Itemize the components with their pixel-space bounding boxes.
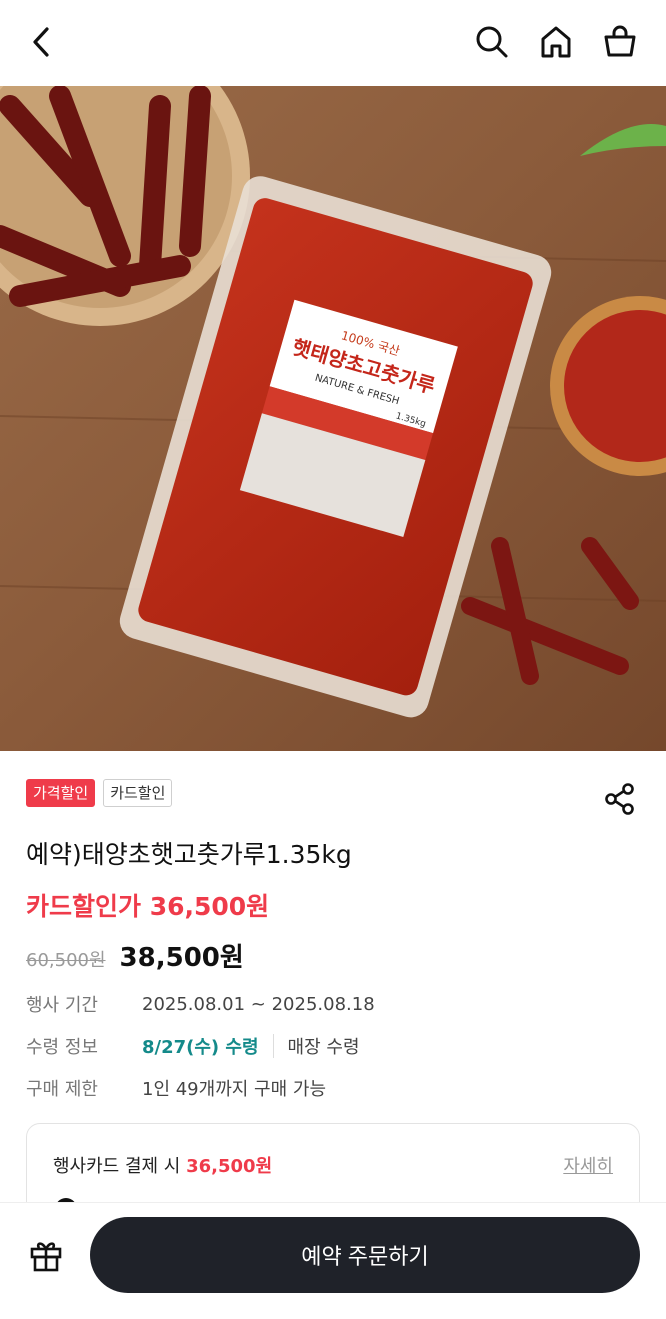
card-benefit-label: 행사카드 결제 시 bbox=[53, 1156, 181, 1177]
original-price: 60,500원 bbox=[26, 950, 106, 971]
price-line: 60,500원 38,500원 bbox=[26, 937, 244, 974]
sale-price: 38,500원 bbox=[119, 943, 244, 973]
bottom-action-bar: 예약 주문하기 bbox=[0, 1202, 666, 1319]
purchase-limit-row: 구매 제한 1인 49개까지 구매 가능 bbox=[26, 1075, 326, 1101]
back-button[interactable] bbox=[22, 22, 62, 62]
event-period-row: 행사 기간 2025.08.01 ~ 2025.08.18 bbox=[26, 991, 375, 1017]
price-discount-badge: 가격할인 bbox=[26, 779, 96, 807]
product-title: 예약)태양초햇고춧가루1.35kg bbox=[26, 840, 352, 869]
search-button[interactable] bbox=[472, 22, 512, 62]
pickup-place: 매장 수령 bbox=[287, 1037, 360, 1058]
card-discount-badge: 카드할인 bbox=[103, 779, 173, 807]
chevron-left-icon bbox=[33, 27, 49, 57]
gift-button[interactable] bbox=[26, 1235, 66, 1275]
event-period-value: 2025.08.01 ~ 2025.08.18 bbox=[142, 993, 375, 1015]
share-button[interactable] bbox=[600, 779, 640, 819]
gift-icon bbox=[30, 1242, 62, 1272]
purchase-limit-value: 1인 49개까지 구매 가능 bbox=[142, 1079, 327, 1100]
search-icon bbox=[476, 26, 508, 58]
card-discount-price: 카드할인가 36,500원 bbox=[26, 892, 270, 921]
purchase-limit-label: 구매 제한 bbox=[26, 1079, 98, 1100]
card-benefit-text: 행사카드 결제 시 36,500원 bbox=[53, 1152, 272, 1178]
cart-button[interactable] bbox=[600, 22, 640, 62]
details-link[interactable]: 자세히 bbox=[563, 1152, 613, 1178]
share-icon bbox=[605, 783, 634, 815]
reserve-order-button[interactable]: 예약 주문하기 bbox=[90, 1217, 640, 1293]
home-icon bbox=[541, 26, 571, 58]
event-period-label: 행사 기간 bbox=[26, 995, 98, 1016]
home-button[interactable] bbox=[536, 22, 576, 62]
pickup-info-label: 수령 정보 bbox=[26, 1037, 98, 1058]
pickup-date: 8/27(수) 수령 bbox=[142, 1037, 259, 1058]
product-image: 100% 국산 햇태양초고춧가루 NATURE & FRESH 1.35kg bbox=[0, 86, 666, 751]
card-benefit-price: 36,500원 bbox=[186, 1156, 273, 1177]
shopping-basket-icon bbox=[604, 25, 636, 57]
divider bbox=[272, 1034, 274, 1058]
top-bar bbox=[0, 0, 666, 86]
badge-group: 가격할인 카드할인 bbox=[26, 779, 173, 807]
pickup-info-row: 수령 정보 8/27(수) 수령 매장 수령 bbox=[26, 1033, 360, 1059]
